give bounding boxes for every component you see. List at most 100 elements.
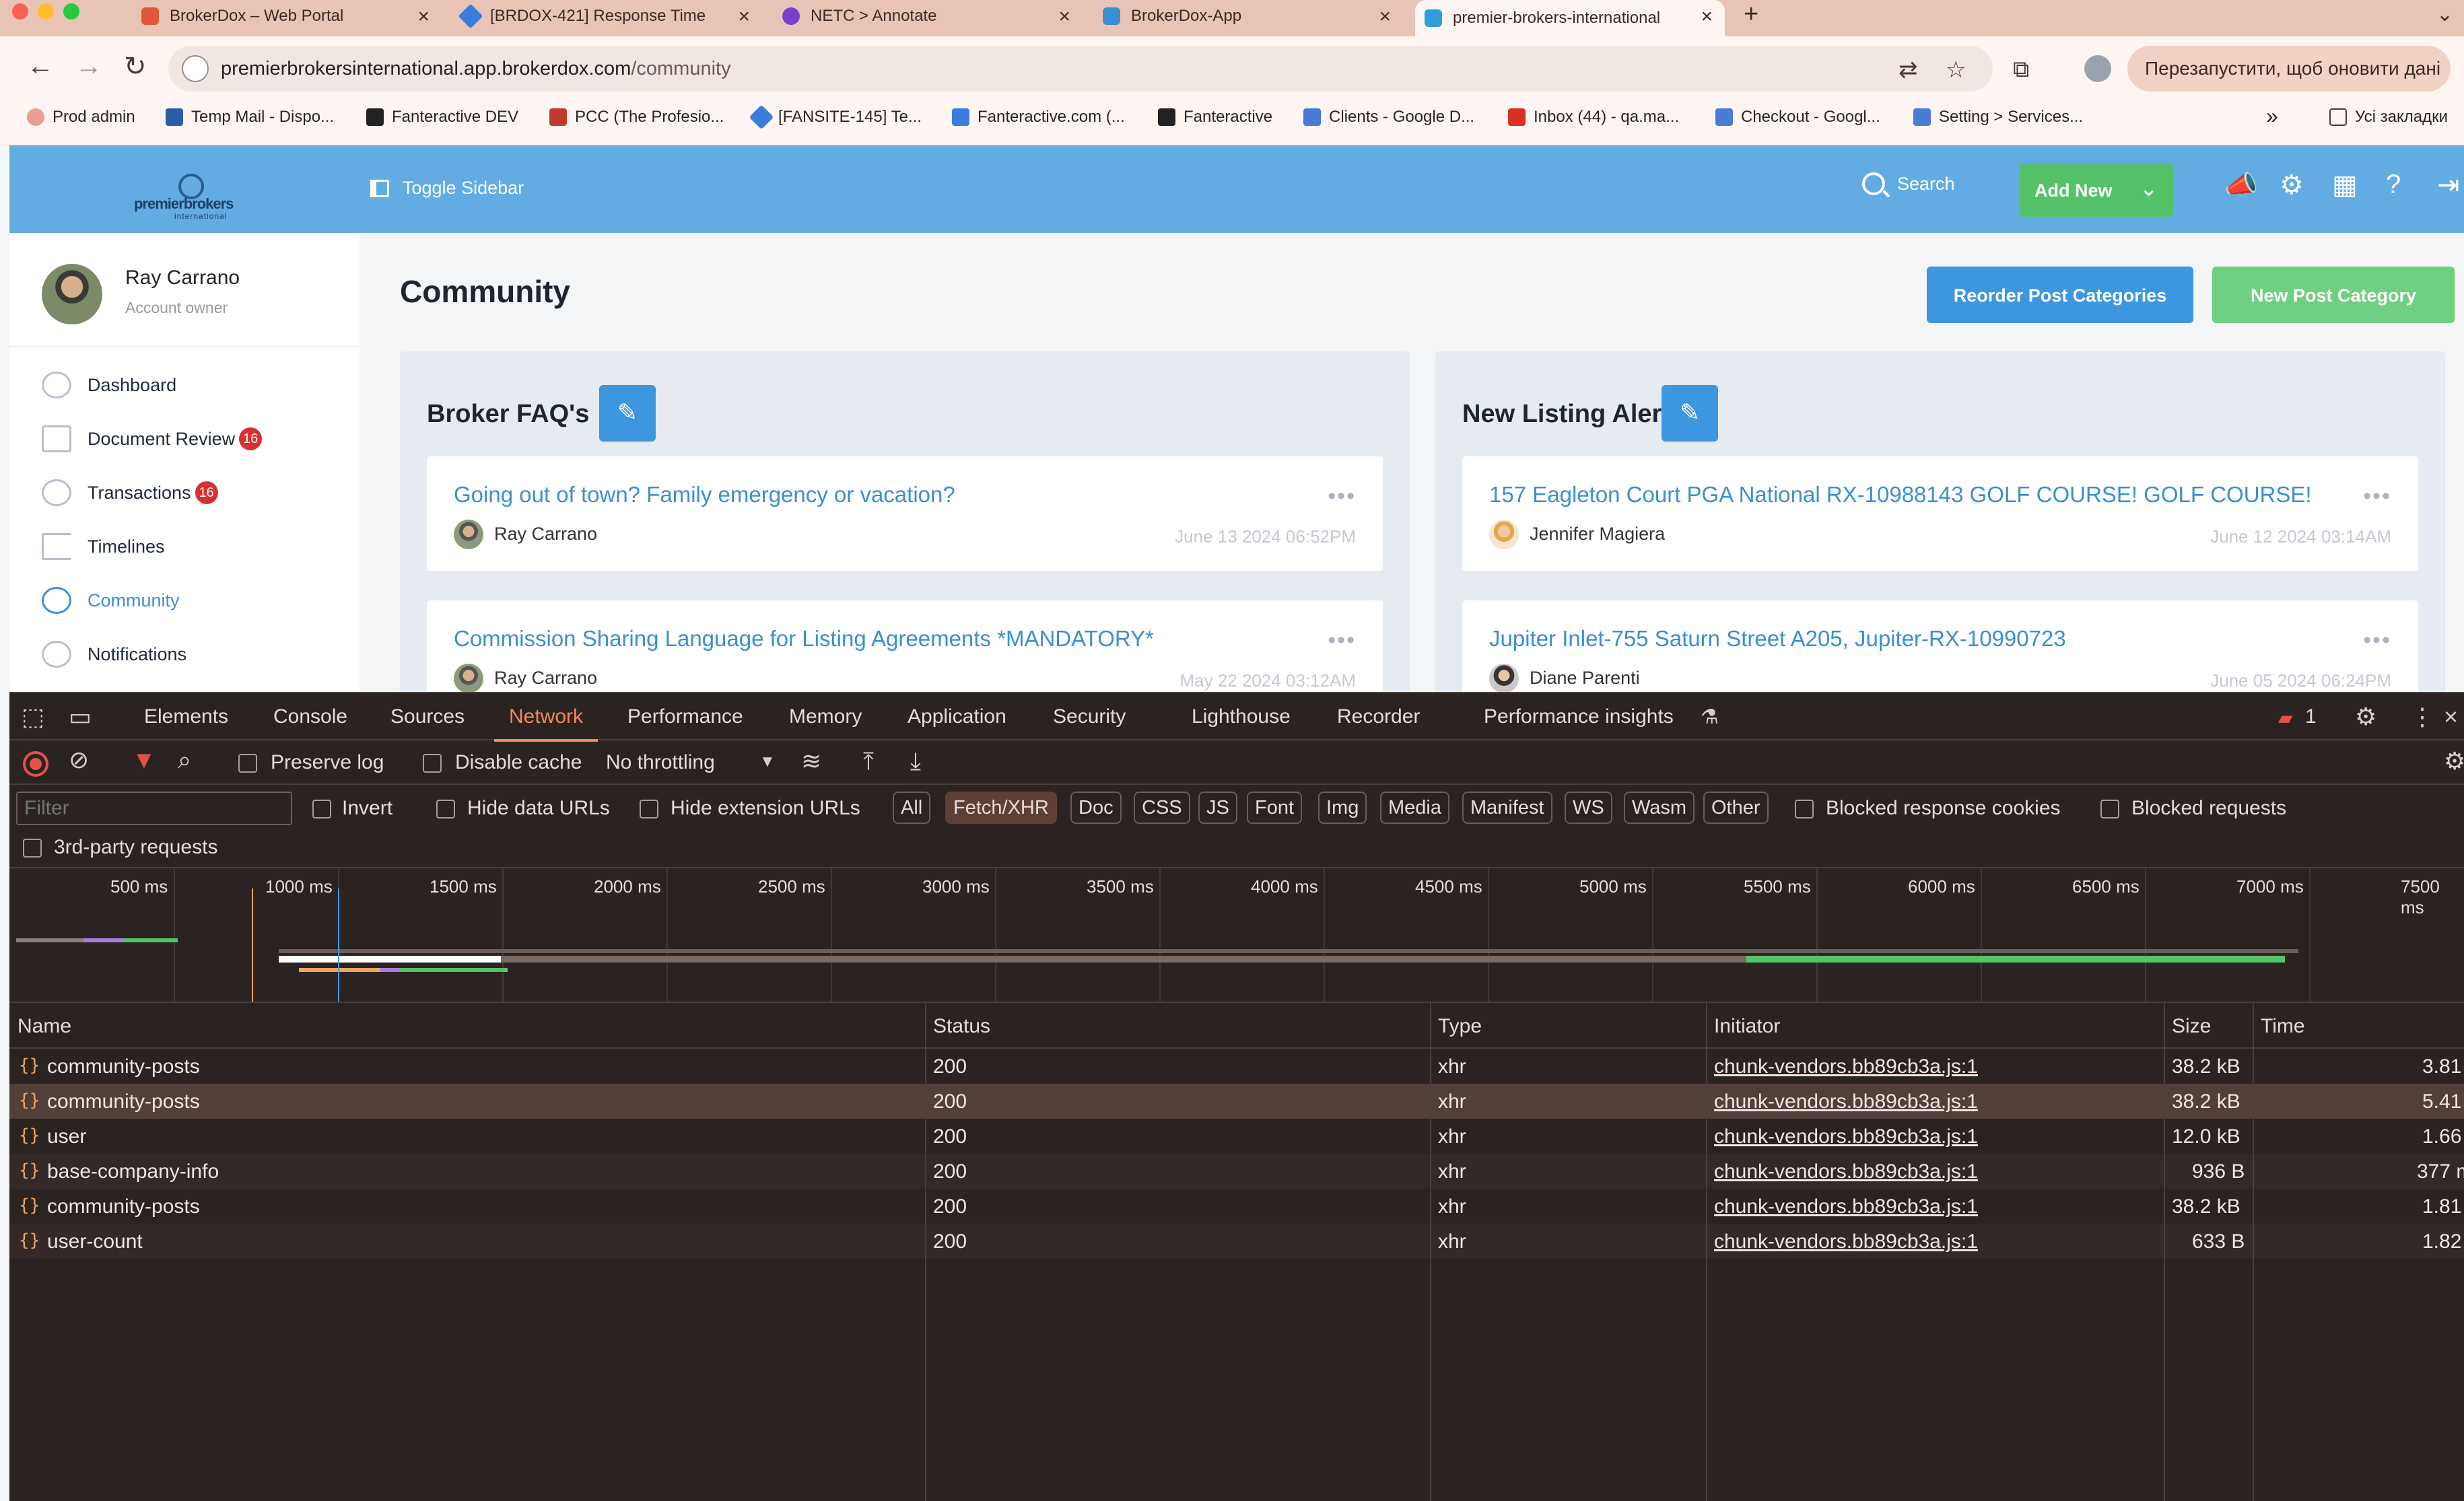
tab-recorder[interactable]: Recorder xyxy=(1337,705,1420,728)
calculator-icon[interactable]: ▦ xyxy=(2332,170,2358,201)
tab-search-chevron-icon[interactable]: ⌄ xyxy=(2436,3,2453,26)
search-button[interactable]: Search xyxy=(1862,172,1955,195)
table-row[interactable]: {} user 200 xhr chunk-vendors.bb89cb3a.j… xyxy=(9,1119,2464,1154)
back-arrow-icon[interactable]: ← xyxy=(27,51,54,81)
post-card[interactable]: Going out of town? Family emergency or v… xyxy=(427,456,1383,571)
sidebar-item-document-review[interactable]: Document Review 16 xyxy=(42,425,263,452)
bookmark-item[interactable]: Inbox (44) - qa.ma... xyxy=(1508,108,1679,127)
megaphone-icon[interactable]: 📣 xyxy=(2224,170,2258,201)
device-toolbar-icon[interactable]: ▭ xyxy=(69,703,92,731)
new-tab-button[interactable]: + xyxy=(1744,0,1758,29)
sidebar-item-dashboard[interactable]: Dashboard xyxy=(42,372,176,398)
gear-icon[interactable]: ⚙ xyxy=(2280,170,2304,201)
post-title[interactable]: Jupiter Inlet-755 Saturn Street A205, Ju… xyxy=(1489,626,2066,652)
browser-tab[interactable]: BrokerDox-App × xyxy=(1093,0,1403,32)
logout-icon[interactable]: ⇥ xyxy=(2437,170,2460,201)
new-post-category-button[interactable]: New Post Category xyxy=(2212,267,2455,323)
filter-icon[interactable]: ▼ xyxy=(132,746,156,774)
browser-tab[interactable]: [BRDOX-421] Response Time × xyxy=(452,0,762,32)
company-logo[interactable]: premierbrokers international xyxy=(134,174,255,221)
hide-extension-urls-checkbox[interactable] xyxy=(640,800,658,818)
add-new-button[interactable]: Add New ⌄ xyxy=(2020,163,2173,217)
site-info-icon[interactable] xyxy=(182,55,209,82)
browser-tab-active[interactable]: premier-brokers-international × xyxy=(1415,0,1725,36)
column-header-status[interactable]: Status xyxy=(933,1015,990,1038)
request-initiator-link[interactable]: chunk-vendors.bb89cb3a.js:1 xyxy=(1714,1125,1978,1148)
browser-tab[interactable]: NETC > Annotate × xyxy=(773,0,1083,32)
sidebar-item-transactions[interactable]: Transactions 16 xyxy=(42,479,218,506)
blocked-requests-checkbox[interactable] xyxy=(2100,800,2119,818)
bookmark-item[interactable]: PCC (The Profesio... xyxy=(549,108,724,127)
column-header-time[interactable]: Time xyxy=(2261,1015,2305,1038)
type-filter-wasm[interactable]: Wasm xyxy=(1624,792,1695,824)
column-divider[interactable] xyxy=(1430,1003,1431,1501)
table-row[interactable]: {} community-posts 200 xhr chunk-vendors… xyxy=(9,1189,2464,1224)
type-filter-media[interactable]: Media xyxy=(1380,792,1449,824)
table-row[interactable]: {} community-posts 200 xhr chunk-vendors… xyxy=(9,1049,2464,1084)
post-card[interactable]: 157 Eagleton Court PGA National RX-10988… xyxy=(1462,456,2418,571)
close-tab-icon[interactable]: × xyxy=(1058,5,1070,28)
throttling-select[interactable]: No throttling xyxy=(606,751,715,774)
column-header-type[interactable]: Type xyxy=(1438,1015,1482,1038)
request-initiator-link[interactable]: chunk-vendors.bb89cb3a.js:1 xyxy=(1714,1055,1978,1078)
more-options-icon[interactable]: ••• xyxy=(1328,627,1356,654)
tab-console[interactable]: Console xyxy=(273,705,347,728)
bookmark-item[interactable]: Fanteractive xyxy=(1158,108,1272,127)
all-bookmarks-folder[interactable]: Усі закладки xyxy=(2329,108,2448,127)
more-vertical-icon[interactable]: ⋮ xyxy=(2410,703,2434,731)
bookmark-item[interactable]: Prod admin xyxy=(27,108,135,127)
table-row[interactable]: {} community-posts 200 xhr chunk-vendors… xyxy=(9,1084,2464,1119)
search-icon[interactable]: ⌕ xyxy=(178,746,191,775)
post-card[interactable]: Commission Sharing Language for Listing … xyxy=(427,600,1383,692)
window-close-button[interactable] xyxy=(12,3,28,20)
type-filter-img[interactable]: Img xyxy=(1318,792,1367,824)
edit-category-button[interactable]: ✎ xyxy=(599,385,656,442)
reorder-post-categories-button[interactable]: Reorder Post Categories xyxy=(1927,267,2193,323)
column-divider[interactable] xyxy=(1706,1003,1707,1501)
more-options-icon[interactable]: ••• xyxy=(1328,483,1356,510)
tab-performance[interactable]: Performance xyxy=(627,705,743,728)
toggle-sidebar-button[interactable]: Toggle Sidebar xyxy=(370,178,524,199)
tab-memory[interactable]: Memory xyxy=(789,705,862,728)
disable-cache-checkbox[interactable] xyxy=(423,754,442,773)
request-initiator-link[interactable]: chunk-vendors.bb89cb3a.js:1 xyxy=(1714,1160,1978,1183)
update-chrome-button[interactable]: Перезапустити, щоб оновити дані xyxy=(2127,46,2451,92)
blocked-response-cookies-checkbox[interactable] xyxy=(1795,800,1814,818)
type-filter-other[interactable]: Other xyxy=(1703,792,1769,824)
preserve-log-checkbox[interactable] xyxy=(238,754,257,773)
bookmark-star-icon[interactable]: ☆ xyxy=(1946,57,1966,83)
request-initiator-link[interactable]: chunk-vendors.bb89cb3a.js:1 xyxy=(1714,1195,1978,1218)
column-divider[interactable] xyxy=(925,1003,926,1501)
filter-input[interactable] xyxy=(16,792,292,825)
more-options-icon[interactable]: ••• xyxy=(2363,483,2391,510)
tab-network[interactable]: Network xyxy=(493,705,598,742)
sidebar-item-community[interactable]: Community xyxy=(42,587,180,614)
import-har-icon[interactable]: ⤒ xyxy=(863,747,874,776)
tab-application[interactable]: Application xyxy=(908,705,1006,728)
extensions-icon[interactable]: ⧉ xyxy=(2013,57,2029,83)
user-profile[interactable]: Ray Carrano Account owner xyxy=(9,233,360,347)
network-conditions-icon[interactable]: ≋ xyxy=(801,747,821,775)
column-header-size[interactable]: Size xyxy=(2172,1015,2211,1038)
post-title[interactable]: Going out of town? Family emergency or v… xyxy=(454,482,955,508)
bookmark-item[interactable]: Fanteractive DEV xyxy=(366,108,518,127)
type-filter-font[interactable]: Font xyxy=(1247,792,1303,824)
tab-security[interactable]: Security xyxy=(1053,705,1126,728)
more-options-icon[interactable]: ••• xyxy=(2363,627,2391,654)
sidebar-item-notifications[interactable]: Notifications xyxy=(42,641,186,668)
network-settings-icon[interactable]: ⚙ xyxy=(2444,747,2464,775)
reload-icon[interactable]: ↻ xyxy=(124,51,147,82)
address-bar[interactable]: premierbrokersinternational.app.brokerdo… xyxy=(168,46,1993,92)
tab-performance-insights[interactable]: Performance insights xyxy=(1484,705,1674,728)
post-title[interactable]: 157 Eagleton Court PGA National RX-10988… xyxy=(1489,482,2312,508)
help-icon[interactable]: ? xyxy=(2386,170,2401,200)
table-row[interactable]: {} base-company-info 200 xhr chunk-vendo… xyxy=(9,1154,2464,1189)
translate-icon[interactable]: ⇄ xyxy=(1898,57,1918,83)
issues-icon[interactable]: ▰ xyxy=(2278,707,2293,729)
network-overview-timeline[interactable]: 500 ms 1000 ms 1500 ms 2000 ms 2500 ms 3… xyxy=(9,868,2464,1003)
type-filter-js[interactable]: JS xyxy=(1198,792,1237,824)
url-text[interactable]: premierbrokersinternational.app.brokerdo… xyxy=(221,58,731,80)
close-tab-icon[interactable]: × xyxy=(1701,5,1713,28)
column-header-name[interactable]: Name xyxy=(18,1015,71,1038)
record-button[interactable] xyxy=(23,751,48,777)
